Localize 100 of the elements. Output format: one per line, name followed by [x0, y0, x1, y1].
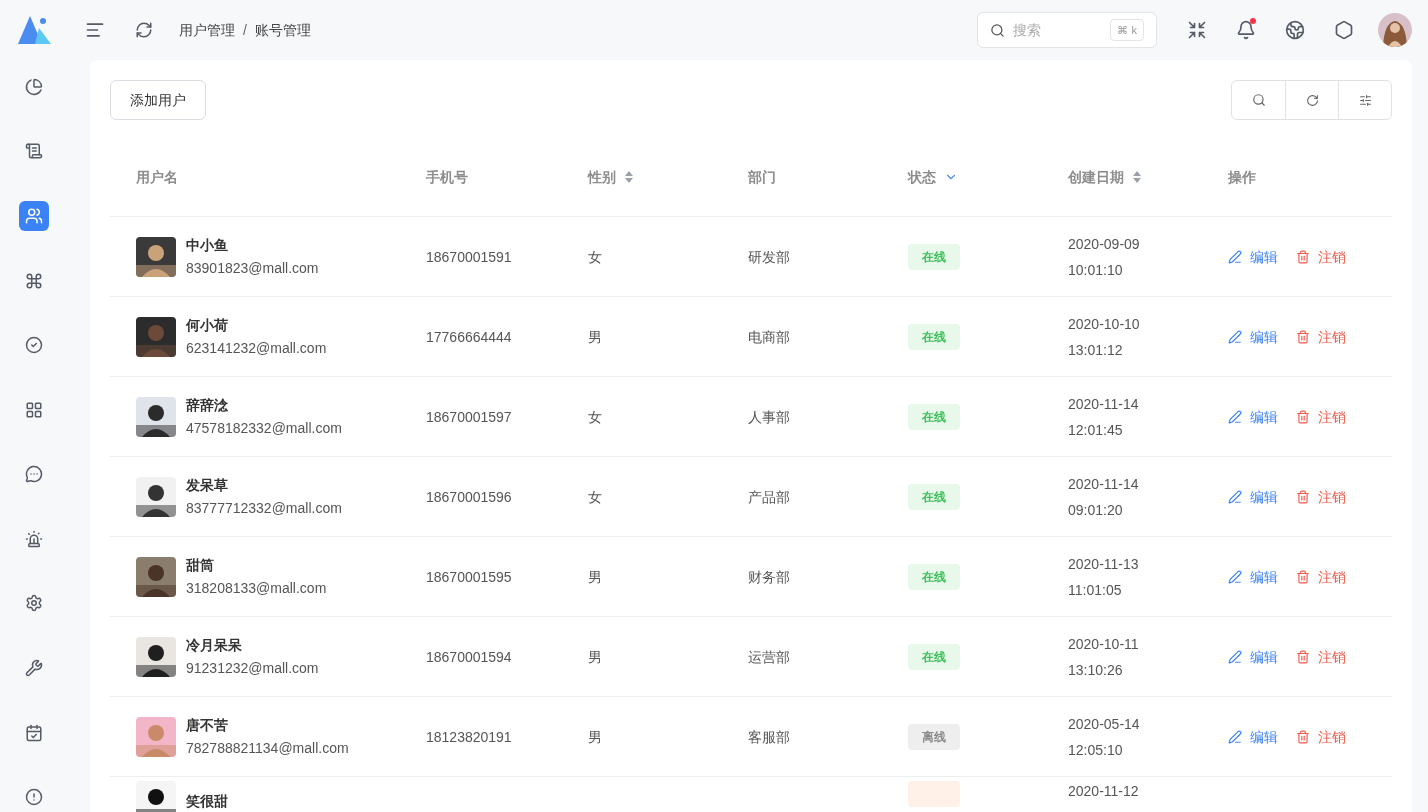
user-email: 47578182332@mall.com	[186, 419, 342, 438]
table-cell: 17766664444	[426, 328, 512, 345]
edit-link[interactable]: 编辑	[1250, 726, 1278, 747]
pen-icon[interactable]	[1228, 329, 1242, 344]
table-cell: 18670001596	[426, 488, 512, 505]
table-cell: 18670001594	[426, 648, 512, 665]
shortcut-key: ⌘ k	[1110, 18, 1144, 42]
search-field[interactable]: 搜索 ⌘ k	[977, 12, 1157, 48]
calendar-check-icon	[25, 723, 43, 742]
sort-icon[interactable]	[624, 170, 634, 184]
deactivate-link[interactable]: 注销	[1318, 646, 1346, 667]
notification-bell[interactable]	[1236, 20, 1256, 40]
table-cell: 人事部	[748, 408, 790, 425]
check-circle-icon	[25, 336, 43, 355]
date-text: 2020-10-11	[1068, 634, 1140, 654]
user-avatar[interactable]	[1378, 13, 1412, 47]
sort-icon[interactable]	[1132, 170, 1142, 184]
date-text: 2020-11-12	[1068, 782, 1140, 801]
table-cell: 电商部	[748, 328, 790, 345]
user-email: 83901823@mall.com	[186, 259, 319, 278]
column-header: 部门	[748, 168, 776, 187]
chat-bubble-icon	[25, 465, 43, 484]
date-text: 2020-11-14	[1068, 474, 1140, 494]
status-tag: 在线	[908, 643, 960, 670]
grid-icon	[25, 400, 43, 419]
trash-icon[interactable]	[1296, 489, 1310, 504]
menu-icon[interactable]	[85, 20, 105, 40]
command-icon	[25, 271, 43, 290]
trash-icon[interactable]	[1296, 729, 1310, 744]
logo-icon	[18, 16, 51, 44]
column-header: 性别	[588, 168, 616, 187]
table-cell: 男	[588, 648, 602, 665]
breadcrumb-separator: /	[243, 21, 247, 40]
deactivate-link[interactable]: 注销	[1318, 326, 1346, 347]
deactivate-link[interactable]: 注销	[1318, 486, 1346, 507]
sliders-icon[interactable]	[1358, 93, 1372, 107]
user-email: 318208133@mall.com	[186, 579, 327, 598]
refresh-icon[interactable]	[135, 21, 153, 39]
deactivate-link[interactable]: 注销	[1318, 246, 1346, 267]
table-cell: 18670001591	[426, 248, 512, 265]
globe-icon[interactable]	[1285, 20, 1305, 40]
deactivate-link[interactable]: 注销	[1318, 566, 1346, 587]
user-email: 83777712332@mall.com	[186, 499, 342, 518]
edit-link[interactable]: 编辑	[1250, 326, 1278, 347]
table-cell: 18670001595	[426, 568, 512, 585]
time-text: 12:05:10	[1068, 740, 1124, 760]
date-text: 2020-11-13	[1068, 554, 1140, 574]
user-name: 冷月呆呆	[186, 636, 243, 655]
date-text: 2020-10-10	[1068, 314, 1141, 334]
pen-icon[interactable]	[1228, 249, 1242, 264]
table-cell: 产品部	[748, 488, 790, 505]
trash-icon[interactable]	[1296, 569, 1310, 584]
trash-icon[interactable]	[1296, 649, 1310, 664]
status-tag: 在线	[908, 563, 960, 590]
trash-icon[interactable]	[1296, 329, 1310, 344]
status-tag: 离线	[908, 723, 960, 750]
edit-link[interactable]: 编辑	[1250, 406, 1278, 427]
edit-link[interactable]: 编辑	[1250, 646, 1278, 667]
pen-icon[interactable]	[1228, 409, 1242, 424]
date-text: 2020-11-14	[1068, 394, 1140, 414]
edit-link[interactable]: 编辑	[1250, 566, 1278, 587]
user-email: 91231232@mall.com	[186, 659, 319, 678]
table-cell: 男	[588, 728, 602, 745]
user-name: 发呆草	[186, 476, 229, 495]
user-email: 782788821134@mall.com	[186, 739, 349, 758]
pen-icon[interactable]	[1228, 649, 1242, 664]
time-text: 11:01:05	[1068, 580, 1123, 600]
deactivate-link[interactable]: 注销	[1318, 406, 1346, 427]
edit-link[interactable]: 编辑	[1250, 246, 1278, 267]
column-header: 手机号	[426, 168, 468, 187]
status-tag: 在线	[908, 243, 960, 270]
trash-icon[interactable]	[1296, 249, 1310, 264]
search-icon	[990, 22, 1005, 38]
users-icon	[25, 206, 43, 225]
sidebar-item[interactable]	[19, 201, 49, 231]
wrench-icon	[25, 659, 43, 677]
search-icon[interactable]	[1251, 93, 1266, 107]
user-email: 623141232@mall.com	[186, 339, 327, 358]
trash-icon[interactable]	[1296, 409, 1310, 424]
time-text: 10:01:10	[1068, 260, 1124, 280]
pen-icon[interactable]	[1228, 489, 1242, 504]
refresh-icon[interactable]	[1305, 93, 1319, 107]
collapse-icon[interactable]	[1187, 20, 1207, 40]
deactivate-link[interactable]: 注销	[1318, 726, 1346, 747]
table-cell: 客服部	[748, 728, 790, 745]
add-user-button[interactable]: 添加用户	[110, 80, 206, 120]
column-header: 操作	[1228, 168, 1256, 187]
column-header: 状态	[908, 168, 936, 187]
breadcrumb-link[interactable]: 用户管理	[179, 20, 235, 40]
edit-link[interactable]: 编辑	[1250, 486, 1278, 507]
user-name: 辞辞淰	[186, 396, 229, 415]
user-name: 中小鱼	[186, 236, 229, 255]
pen-icon[interactable]	[1228, 569, 1242, 584]
breadcrumb-current: 账号管理	[254, 21, 311, 40]
table-cell: 男	[588, 568, 602, 585]
time-text: 12:01:45	[1068, 420, 1124, 440]
pen-icon[interactable]	[1228, 729, 1242, 744]
pie-chart-icon	[25, 77, 43, 96]
time-text: 13:10:26	[1068, 660, 1124, 680]
time-text: 13:01:12	[1068, 340, 1124, 360]
